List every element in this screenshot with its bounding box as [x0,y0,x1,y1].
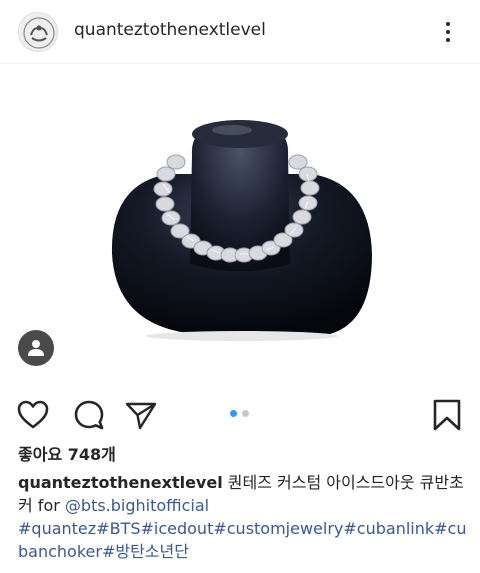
action-bar [0,392,480,438]
caption-username[interactable]: quanteztothenextlevel [18,473,223,492]
carousel-dot [242,410,249,417]
post-caption: quanteztothenextlevel 퀀테즈 커스텀 아이스드아웃 큐반초… [18,471,468,563]
heart-icon[interactable] [16,398,50,432]
logo-icon [20,14,57,51]
bookmark-icon[interactable] [430,398,464,432]
hashtag-link[interactable]: #BTS [96,519,140,538]
mention-link[interactable]: @bts.bighitofficial [65,496,209,515]
carousel-dot-active [230,410,237,417]
post-header: quanteztothenextlevel [0,0,480,64]
likes-count[interactable]: 좋아요 748개 [18,444,116,466]
post-image[interactable] [0,64,480,385]
hashtag-link[interactable]: #icedout [140,519,213,538]
hashtag-link[interactable]: #cubanlink [343,519,434,538]
person-icon [28,340,44,356]
paper-plane-icon[interactable] [124,398,158,432]
hashtag-link[interactable]: #방탄소년단 [102,542,189,561]
hashtag-link[interactable]: #customjewelry [213,519,343,538]
user-tag-button[interactable] [18,330,54,366]
header-username[interactable]: quanteztothenextlevel [74,19,266,41]
comment-icon[interactable] [72,398,106,432]
hashtag-link[interactable]: #quantez [18,519,96,538]
more-vertical-icon[interactable] [436,16,460,48]
profile-avatar[interactable] [18,12,58,52]
necklace-photo [111,120,372,341]
